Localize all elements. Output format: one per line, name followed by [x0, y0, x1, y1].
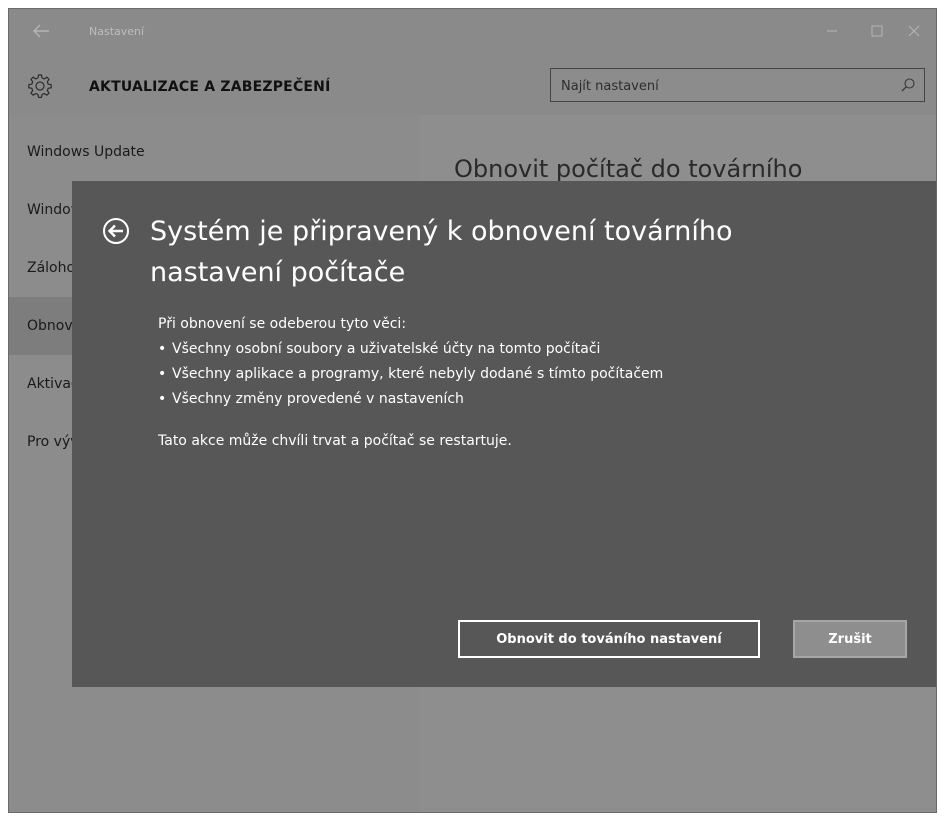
- dialog-body: Při obnovení se odeberou tyto věci: Všec…: [158, 312, 663, 412]
- gear-icon: [28, 74, 52, 98]
- dialog-note: Tato akce může chvíli trvat a počítač se…: [158, 433, 512, 449]
- back-arrow-icon[interactable]: [31, 22, 51, 40]
- dialog-bullet: Všechny změny provedené v nastaveních: [158, 387, 663, 412]
- sidebar-item-windows-update[interactable]: Windows Update: [9, 123, 420, 181]
- settings-header: AKTUALIZACE A ZABEZPEČENÍ: [9, 59, 936, 115]
- search-box[interactable]: [550, 68, 925, 102]
- dialog-intro: Při obnovení se odeberou tyto věci:: [158, 316, 407, 332]
- settings-window: Nastavení AKTUALIZACE A ZABEZPEČENÍ Nají…: [8, 8, 937, 813]
- section-title: AKTUALIZACE A ZABEZPEČENÍ: [89, 79, 331, 95]
- reset-dialog: Systém je připravený k obnovení továrníh…: [72, 181, 936, 687]
- maximize-icon[interactable]: [867, 21, 887, 41]
- circle-back-arrow-icon[interactable]: [102, 217, 130, 245]
- page-title: Obnovit počítač do továrního: [454, 155, 803, 183]
- search-icon[interactable]: [900, 77, 916, 93]
- dialog-bullet: Všechny aplikace a programy, které nebyl…: [158, 362, 663, 387]
- minimize-icon[interactable]: [822, 21, 842, 41]
- sidebar-item-label: Windows Update: [27, 144, 145, 160]
- bullet-text: Všechny aplikace a programy, které nebyl…: [172, 366, 664, 382]
- title-bar: Nastavení: [9, 9, 936, 59]
- reset-button[interactable]: Obnovit do továního nastavení: [458, 620, 760, 658]
- dialog-bullet: Všechny osobní soubory a uživatelské účt…: [158, 337, 663, 362]
- bullet-text: Všechny změny provedené v nastaveních: [172, 391, 464, 407]
- close-icon[interactable]: [904, 21, 924, 41]
- dialog-title: Systém je připravený k obnovení továrníh…: [150, 216, 733, 288]
- window-title: Nastavení: [89, 25, 145, 38]
- cancel-button[interactable]: Zrušit: [793, 620, 907, 658]
- search-input[interactable]: [561, 76, 881, 96]
- bullet-text: Všechny osobní soubory a uživatelské účt…: [172, 341, 601, 357]
